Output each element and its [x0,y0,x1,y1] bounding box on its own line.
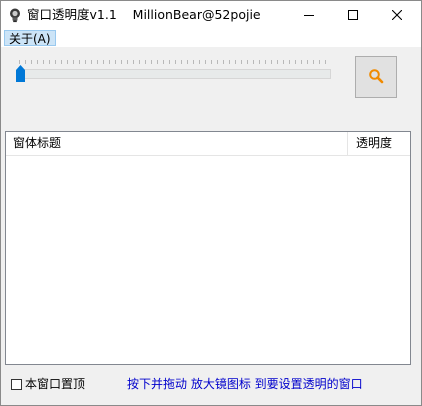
window-title: 窗口透明度v1.1 MillionBear@52pojie [27,7,261,22]
minimize-icon [304,10,314,20]
menu-about[interactable]: 关于(A) [4,30,56,46]
column-header-opacity[interactable]: 透明度 [348,132,410,155]
slider-track[interactable] [17,69,331,79]
maximize-icon [348,10,358,20]
drag-hint-text: 按下并拖动 放大镜图标 到要设置透明的窗口 [127,377,363,391]
maximize-button[interactable] [331,1,375,29]
window-list[interactable]: 窗体标题 透明度 [5,131,411,365]
topmost-checkbox-label[interactable]: 本窗口置顶 [25,377,85,391]
list-header: 窗体标题 透明度 [6,132,410,156]
menu-bar: 关于(A) [1,29,421,47]
close-icon [392,10,402,20]
app-bulb-icon [7,7,23,23]
slider-thumb[interactable] [16,65,25,82]
column-header-window-title[interactable]: 窗体标题 [6,132,348,155]
close-button[interactable] [375,1,419,29]
magnifier-button[interactable] [355,56,397,98]
title-bar[interactable]: 窗口透明度v1.1 MillionBear@52pojie [1,1,421,29]
topmost-checkbox[interactable]: 本窗口置顶 [11,377,85,391]
opacity-slider[interactable] [15,57,333,87]
minimize-button[interactable] [287,1,331,29]
slider-ticks [19,60,331,64]
main-window: 窗口透明度v1.1 MillionBear@52pojie 关于(A) 窗体标题… [0,0,422,406]
magnifier-icon[interactable] [368,68,384,87]
checkbox-box[interactable] [11,378,22,390]
